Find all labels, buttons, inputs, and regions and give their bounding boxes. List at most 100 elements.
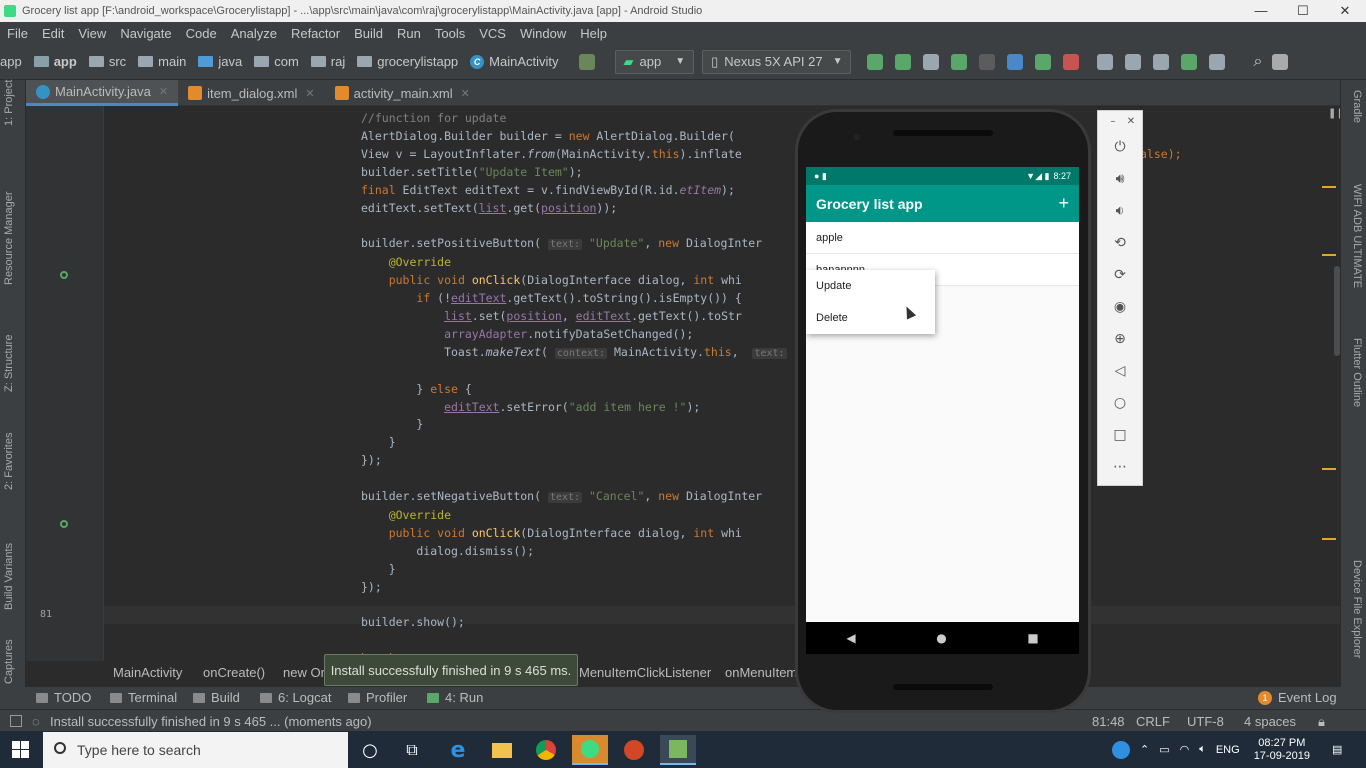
build-variants-icon[interactable] <box>923 53 940 70</box>
tool-terminal[interactable]: Terminal <box>110 690 177 705</box>
warning-marker[interactable] <box>1322 186 1336 188</box>
warning-marker[interactable] <box>1322 468 1336 470</box>
install-notification[interactable]: Install successfully finished in 9 s 465… <box>324 654 578 686</box>
notifications-icon[interactable]: ▤ <box>1332 743 1342 756</box>
apply-changes-icon[interactable] <box>867 53 884 70</box>
battery-icon[interactable]: ▭ <box>1159 743 1169 756</box>
override-marker-icon[interactable] <box>60 271 68 279</box>
powerpoint-icon[interactable] <box>616 735 652 765</box>
tool-todo[interactable]: TODO <box>36 690 91 705</box>
menu-help[interactable]: Help <box>573 26 614 41</box>
file-encoding[interactable]: UTF-8 <box>1187 714 1224 729</box>
volume-up-icon[interactable]: 🔊︎ <box>1111 170 1129 188</box>
windows-start-icon[interactable] <box>12 741 29 758</box>
line-separator[interactable]: CRLF <box>1136 714 1170 729</box>
status-message[interactable]: Install successfully finished in 9 s 465… <box>50 714 372 729</box>
crumb-onmenuitem[interactable]: onMenuItem <box>725 665 797 680</box>
crumb-method[interactable]: onCreate() <box>203 665 265 680</box>
list-item[interactable]: apple <box>806 222 1079 254</box>
tool-captures[interactable]: Captures <box>3 639 15 684</box>
tool-structure[interactable]: Z: Structure <box>3 335 15 392</box>
avd-manager-icon[interactable] <box>1181 53 1198 70</box>
search-icon[interactable]: ⌕ <box>1253 53 1262 71</box>
menu-delete[interactable]: Delete <box>806 302 935 334</box>
close-tab-icon[interactable]: ✕ <box>159 85 168 98</box>
taskbar-search[interactable]: Type here to search <box>43 732 348 768</box>
sdk-manager-icon[interactable] <box>1125 53 1142 70</box>
volume-down-icon[interactable]: 🔉︎ <box>1111 202 1129 220</box>
crumb-src[interactable]: src <box>83 54 132 69</box>
crumb-grocerylistapp[interactable]: grocerylistapp <box>351 54 464 69</box>
crumb-com[interactable]: com <box>248 54 305 69</box>
cortana-icon[interactable]: ○ <box>352 735 388 765</box>
attach-debugger-icon[interactable] <box>979 53 996 70</box>
volume-icon[interactable]: 🔈︎ <box>1199 743 1206 756</box>
menu-code[interactable]: Code <box>179 26 224 41</box>
chevron-up-icon[interactable]: ⌃ <box>1140 743 1149 756</box>
crumb-listener[interactable]: MenuItemClickListener <box>579 665 711 680</box>
tool-event-log[interactable]: 1 Event Log <box>1258 690 1337 705</box>
crumb-java[interactable]: java <box>192 54 248 69</box>
stop-icon[interactable] <box>1063 53 1080 70</box>
tool-wifi-adb[interactable]: WIFI ADB ULTIMATE <box>1351 184 1363 288</box>
minimize-emulator-button[interactable]: – <box>1104 113 1122 131</box>
attach-process-icon[interactable] <box>1035 53 1052 70</box>
menu-vcs[interactable]: VCS <box>472 26 513 41</box>
overview-icon[interactable]: □ <box>1111 426 1129 444</box>
recents-icon[interactable]: ■ <box>1027 631 1038 645</box>
close-emulator-button[interactable]: ✕ <box>1122 113 1140 131</box>
run-config-select[interactable]: ▰ app ▼ <box>614 49 695 74</box>
language-indicator[interactable]: ENG <box>1216 744 1240 756</box>
nav-prefix[interactable]: app <box>0 54 28 69</box>
edge-icon[interactable]: e <box>440 735 476 765</box>
menu-build[interactable]: Build <box>347 26 390 41</box>
android-studio-icon[interactable] <box>660 735 696 765</box>
home-icon[interactable]: ● <box>936 631 946 645</box>
file-explorer-icon[interactable] <box>484 735 520 765</box>
tool-build[interactable]: Build <box>193 690 240 705</box>
screenshot-icon[interactable]: ◉ <box>1111 298 1129 316</box>
crumb-mainactivity[interactable]: C MainActivity <box>464 54 564 69</box>
tool-gradle[interactable]: Gradle <box>1351 90 1363 123</box>
home-icon[interactable]: ○ <box>1111 394 1129 412</box>
maximize-button[interactable]: ☐ <box>1282 3 1324 19</box>
warning-marker[interactable] <box>1322 254 1336 256</box>
crumb-anonymous[interactable]: new Or <box>283 665 325 680</box>
tool-resource-manager[interactable]: Resource Manager <box>3 191 15 285</box>
crumb-app[interactable]: app <box>28 54 83 69</box>
menu-update[interactable]: Update <box>806 270 935 302</box>
tool-profiler[interactable]: Profiler <box>348 690 407 705</box>
tab-activity-main-xml[interactable]: activity_main.xml ✕ <box>325 80 480 106</box>
add-item-button[interactable]: + <box>1058 193 1069 214</box>
menu-navigate[interactable]: Navigate <box>113 26 178 41</box>
chrome-icon[interactable] <box>528 735 564 765</box>
menu-view[interactable]: View <box>71 26 113 41</box>
menu-run[interactable]: Run <box>390 26 428 41</box>
debug-icon[interactable] <box>951 53 968 70</box>
pause-icon[interactable]: ❚❚ <box>1328 108 1340 119</box>
back-icon[interactable]: ◁ <box>1111 362 1129 380</box>
tool-build-variants[interactable]: Build Variants <box>3 543 15 610</box>
tool-favorites[interactable]: 2: Favorites <box>3 433 15 490</box>
task-view-icon[interactable]: ⧉ <box>394 735 430 765</box>
toggle-tool-windows-icon[interactable] <box>10 715 22 727</box>
crumb-main[interactable]: main <box>132 54 192 69</box>
tab-mainactivity-java[interactable]: MainActivity.java ✕ <box>26 80 179 106</box>
clock[interactable]: 08:27 PM 17-09-2019 <box>1254 737 1310 763</box>
layout-inspector-icon[interactable] <box>1209 53 1226 70</box>
tab-item-dialog-xml[interactable]: item_dialog.xml ✕ <box>178 80 325 106</box>
project-structure-icon[interactable] <box>1097 53 1114 70</box>
menu-window[interactable]: Window <box>513 26 573 41</box>
close-tab-icon[interactable]: ✕ <box>461 87 470 100</box>
more-icon[interactable]: ⋯ <box>1111 458 1129 476</box>
override-marker-icon[interactable] <box>60 520 68 528</box>
crumb-raj[interactable]: raj <box>305 54 351 69</box>
crumb-class[interactable]: MainActivity <box>113 665 182 680</box>
device-select[interactable]: ▯ Nexus 5X API 27 ▼ <box>702 49 852 74</box>
back-icon[interactable]: ◀ <box>846 631 855 645</box>
avatar[interactable] <box>1272 53 1289 70</box>
close-button[interactable]: ✕ <box>1324 3 1366 19</box>
profile-icon[interactable] <box>1007 53 1024 70</box>
menu-tools[interactable]: Tools <box>428 26 472 41</box>
device-screen[interactable]: ● ▮ ▼◢ ▮ 8:27 Grocery list app + apple b… <box>806 167 1079 622</box>
